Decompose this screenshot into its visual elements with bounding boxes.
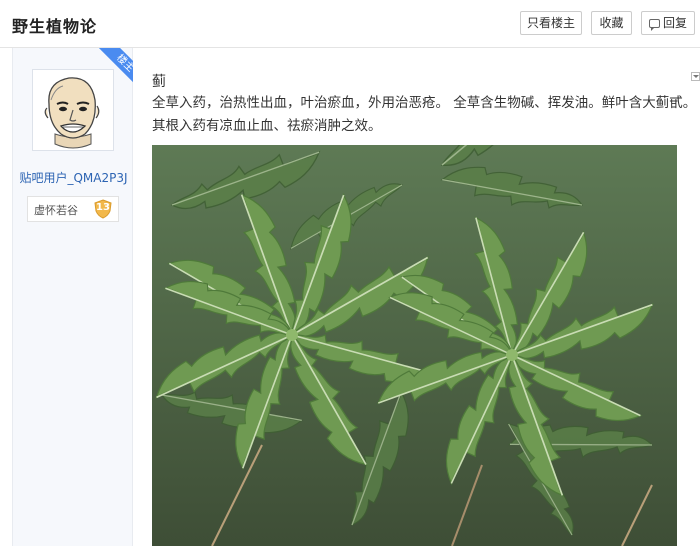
level-name: 虚怀若谷 bbox=[34, 204, 78, 217]
post-first-line: 蓟 bbox=[152, 74, 166, 90]
post-text-line-1: 全草入药，治热性出血，叶治瘀血，外用治恶疮。 全草含生物碱、挥发油。鲜叶含大蓟甙… bbox=[152, 95, 697, 111]
forum-title[interactable]: 野生植物论 bbox=[12, 13, 97, 37]
post-text-line-2: 其根入药有凉血止血、祛瘀消肿之效。 bbox=[152, 118, 382, 134]
post-image[interactable] bbox=[152, 145, 677, 546]
op-corner-badge: 楼主 bbox=[91, 48, 133, 90]
only-op-button[interactable]: 只看楼主 bbox=[520, 11, 582, 35]
thread-header: 野生植物论 只看楼主 收藏 回复 bbox=[0, 0, 700, 48]
level-badge-box[interactable]: 虚怀若谷 13 bbox=[27, 196, 119, 222]
favorite-button[interactable]: 收藏 bbox=[591, 11, 632, 35]
author-username[interactable]: 贴吧用户_QMA2P3J bbox=[13, 169, 134, 186]
author-sidebar: 贴吧用户_QMA2P3J 虚怀若谷 13 bbox=[12, 48, 133, 546]
op-ribbon-label: 楼主 bbox=[98, 48, 133, 90]
post-menu-dropdown-icon[interactable] bbox=[691, 72, 700, 81]
level-number: 13 bbox=[96, 202, 110, 213]
reply-button[interactable]: 回复 bbox=[641, 11, 695, 35]
thistle-plant-illustration bbox=[152, 145, 677, 546]
reply-label: 回复 bbox=[662, 16, 687, 30]
level-shield-icon: 13 bbox=[93, 199, 113, 219]
reply-icon bbox=[648, 19, 660, 31]
